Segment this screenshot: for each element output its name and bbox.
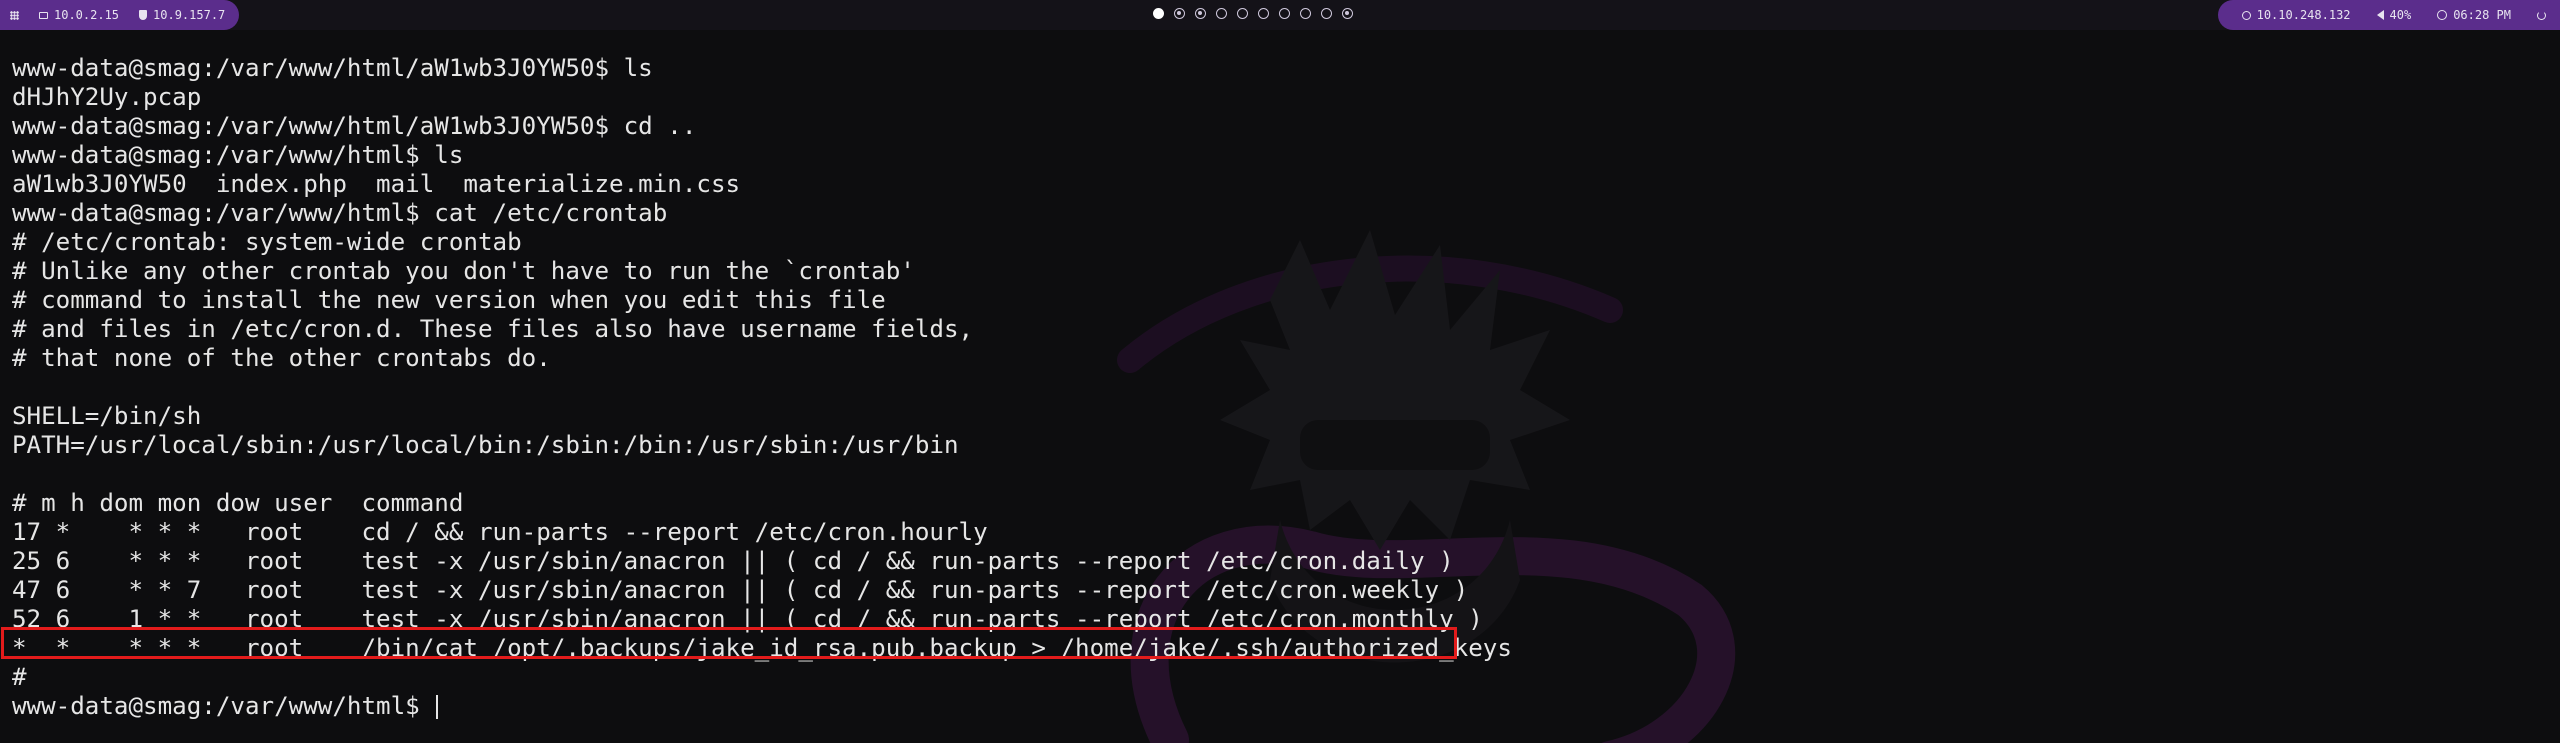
terminal-line: # m h dom mon dow user command: [12, 489, 464, 517]
app-menu[interactable]: [10, 10, 19, 20]
terminal-line: www-data@smag:/var/www/html/aW1wb3J0YW50…: [12, 54, 653, 82]
workspace-6[interactable]: [1258, 8, 1269, 19]
system-pill: 10.10.248.132 40% 06:28 PM: [2217, 0, 2560, 30]
terminal-line: # and files in /etc/cron.d. These files …: [12, 315, 974, 343]
terminal-line: www-data@smag:/var/www/html/aW1wb3J0YW50…: [12, 112, 697, 140]
workspace-10[interactable]: [1342, 8, 1353, 19]
volume-widget[interactable]: 40%: [2376, 8, 2412, 22]
vpn-ip-label: 10.9.157.7: [153, 8, 226, 22]
workspace-3[interactable]: [1195, 8, 1206, 19]
workspace-9[interactable]: [1321, 8, 1332, 19]
terminal-window[interactable]: www-data@smag:/var/www/html/aW1wb3J0YW50…: [0, 30, 2560, 743]
workspace-4[interactable]: [1216, 8, 1227, 19]
target-ip-widget[interactable]: 10.10.248.132: [2241, 8, 2351, 22]
volume-icon: [2376, 10, 2384, 20]
terminal-line: # /etc/crontab: system-wide crontab: [12, 228, 522, 256]
terminal-line: SHELL=/bin/sh: [12, 402, 202, 430]
terminal-line: PATH=/usr/local/sbin:/usr/local/bin:/sbi…: [12, 431, 959, 459]
clock-widget[interactable]: 06:28 PM: [2437, 8, 2511, 22]
local-ip-label: 10.0.2.15: [54, 8, 120, 22]
workspace-2[interactable]: [1174, 8, 1185, 19]
terminal-output: www-data@smag:/var/www/html/aW1wb3J0YW50…: [12, 54, 1512, 721]
power-button[interactable]: [2537, 10, 2546, 20]
terminal-line: # Unlike any other crontab you don't hav…: [12, 257, 915, 285]
workspace-1[interactable]: [1153, 8, 1164, 19]
terminal-line: 25 6 * * * root test -x /usr/sbin/anacro…: [12, 547, 1454, 575]
workspace-5[interactable]: [1237, 8, 1248, 19]
vpn-ip-widget[interactable]: 10.9.157.7: [139, 8, 225, 22]
workspace-switcher: [1153, 8, 1353, 19]
text-cursor: [436, 695, 439, 719]
terminal-line: www-data@smag:/var/www/html$ ls: [12, 141, 464, 169]
terminal-line: 17 * * * * root cd / && run-parts --repo…: [12, 518, 988, 546]
status-bar: 10.0.2.15 10.9.157.7 10.10.248.132 40% 0…: [0, 0, 2560, 30]
terminal-line: aW1wb3J0YW50 index.php mail materialize.…: [12, 170, 741, 198]
terminal-line: 47 6 * * 7 root test -x /usr/sbin/anacro…: [12, 576, 1469, 604]
terminal-prompt-line[interactable]: www-data@smag:/var/www/html$: [12, 692, 1512, 721]
clock-icon: [2437, 10, 2448, 20]
terminal-line: # that none of the other crontabs do.: [12, 344, 551, 372]
volume-label: 40%: [2389, 8, 2412, 22]
workspace-7[interactable]: [1279, 8, 1290, 19]
target-ip-label: 10.10.248.132: [2256, 8, 2351, 22]
terminal-line: # command to install the new version whe…: [12, 286, 886, 314]
terminal-line: dHJhY2Uy.pcap: [12, 83, 202, 111]
annotation-highlight-box: [1, 627, 1457, 659]
shield-icon: [139, 10, 148, 20]
network-pill: 10.0.2.15 10.9.157.7: [0, 0, 240, 30]
terminal-line: www-data@smag:/var/www/html$ cat /etc/cr…: [12, 199, 668, 227]
clock-label: 06:28 PM: [2453, 8, 2511, 22]
terminal-line: #: [12, 663, 27, 691]
grid-icon: [10, 10, 19, 20]
power-icon: [2537, 10, 2546, 20]
target-icon: [2241, 10, 2251, 20]
local-ip-widget[interactable]: 10.0.2.15: [39, 8, 119, 22]
workspace-8[interactable]: [1300, 8, 1311, 19]
monitor-icon: [39, 11, 48, 19]
